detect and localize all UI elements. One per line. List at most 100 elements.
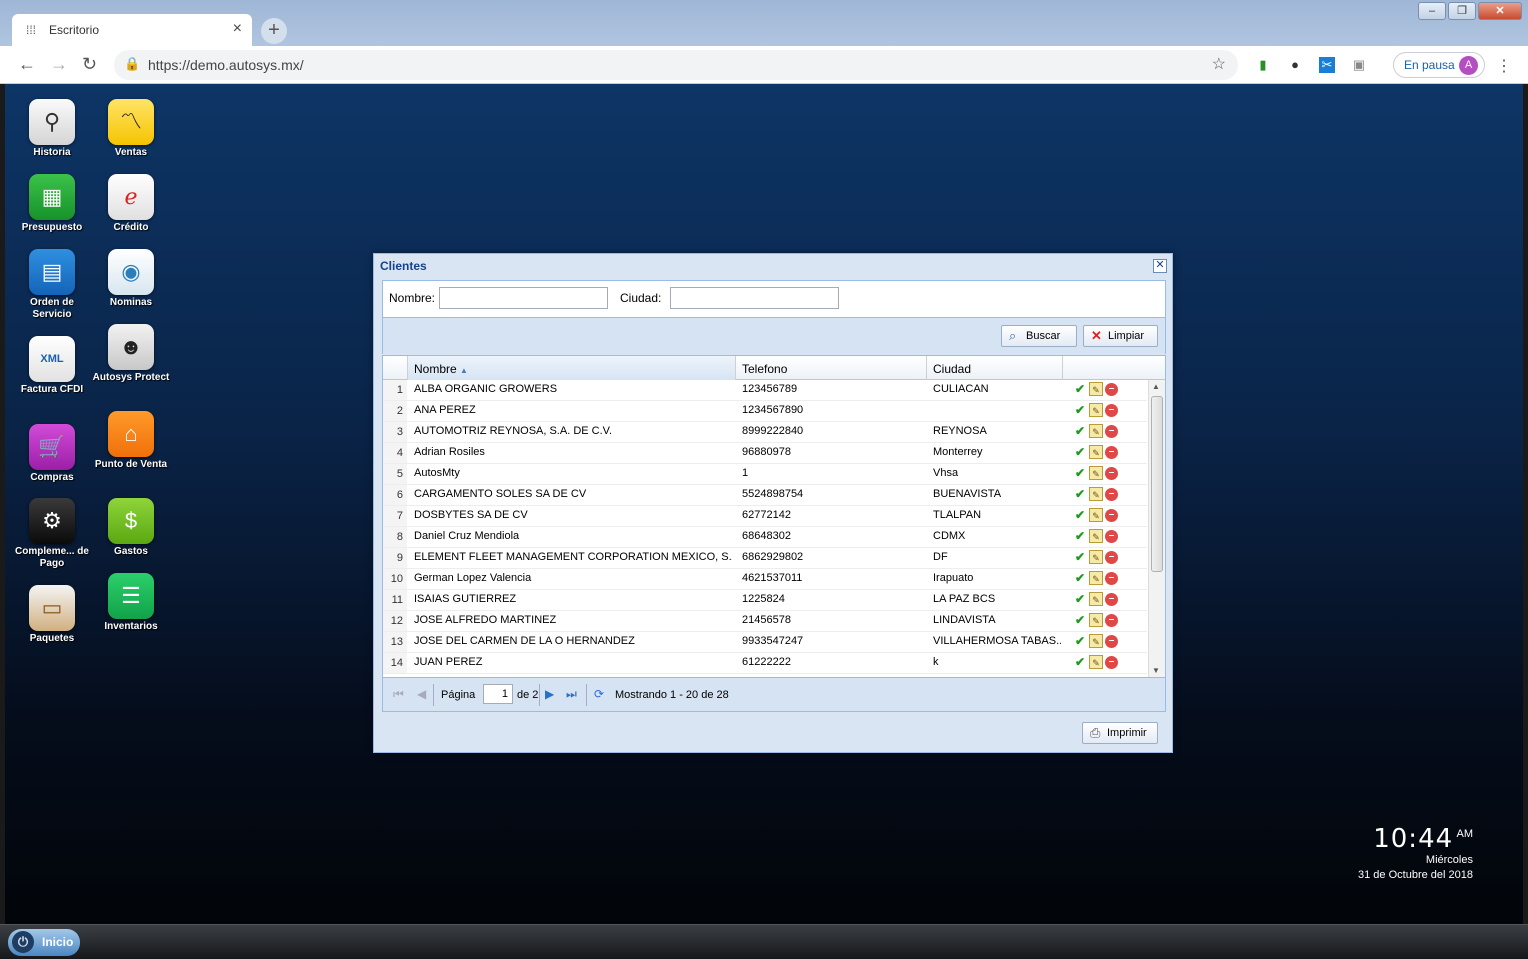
last-page-icon[interactable]: ⏭: [566, 687, 577, 702]
desktop-icon-nominas[interactable]: ◉ Nominas: [92, 249, 170, 309]
scroll-thumb[interactable]: [1151, 396, 1163, 572]
desktop-icon-gastos[interactable]: $ Gastos: [92, 498, 170, 558]
select-check-icon[interactable]: ✔: [1073, 424, 1087, 438]
select-check-icon[interactable]: ✔: [1073, 655, 1087, 669]
back-icon[interactable]: ←: [18, 54, 36, 75]
delete-icon[interactable]: –: [1105, 572, 1118, 585]
desktop-icon-presupuesto[interactable]: ▦ Presupuesto: [13, 174, 91, 234]
window-close-button[interactable]: ✕: [1478, 2, 1522, 20]
desktop-icon-compras[interactable]: 🛒 Compras: [13, 424, 91, 484]
edit-icon[interactable]: ✎: [1089, 655, 1103, 669]
select-check-icon[interactable]: ✔: [1073, 487, 1087, 501]
extension-scissors-icon[interactable]: ✂: [1319, 57, 1335, 73]
delete-icon[interactable]: –: [1105, 635, 1118, 648]
start-button[interactable]: ⏻ Inicio: [8, 929, 80, 956]
edit-icon[interactable]: ✎: [1089, 571, 1103, 585]
table-row[interactable]: 2 ANA PEREZ 1234567890 ✔ ✎ –: [383, 401, 1147, 422]
edit-icon[interactable]: ✎: [1089, 466, 1103, 480]
edit-icon[interactable]: ✎: [1089, 592, 1103, 606]
address-bar[interactable]: 🔒 https://demo.autosys.mx/ ☆: [114, 50, 1238, 80]
edit-icon[interactable]: ✎: [1089, 382, 1103, 396]
column-header-ciudad[interactable]: Ciudad: [927, 356, 1063, 380]
column-header-nombre[interactable]: Nombre ▲: [408, 356, 736, 380]
table-row[interactable]: 3 AUTOMOTRIZ REYNOSA, S.A. DE C.V. 8999222…: [383, 422, 1147, 443]
prev-page-icon[interactable]: ◀: [417, 687, 426, 701]
select-check-icon[interactable]: ✔: [1073, 529, 1087, 543]
refresh-icon[interactable]: ⟳: [594, 687, 604, 701]
dialog-close-button[interactable]: ✕: [1153, 259, 1167, 273]
table-row[interactable]: 6 CARGAMENTO SOLES SA DE CV 5524898754 BUEN…: [383, 485, 1147, 506]
delete-icon[interactable]: –: [1105, 551, 1118, 564]
delete-icon[interactable]: –: [1105, 446, 1118, 459]
edit-icon[interactable]: ✎: [1089, 403, 1103, 417]
bookmark-star-icon[interactable]: ☆: [1212, 54, 1226, 74]
table-row[interactable]: 8 Daniel Cruz Mendiola 68648302 CDMX ✔ ✎ –: [383, 527, 1147, 548]
select-check-icon[interactable]: ✔: [1073, 508, 1087, 522]
select-check-icon[interactable]: ✔: [1073, 382, 1087, 396]
delete-icon[interactable]: –: [1105, 488, 1118, 501]
table-row[interactable]: 7 DOSBYTES SA DE CV 62772142 TLALPAN ✔ ✎ –: [383, 506, 1147, 527]
delete-icon[interactable]: –: [1105, 593, 1118, 606]
first-page-icon[interactable]: ⏮: [393, 687, 404, 702]
table-row[interactable]: 5 AutosMty 1 Vhsa ✔ ✎ –: [383, 464, 1147, 485]
edit-icon[interactable]: ✎: [1089, 529, 1103, 543]
desktop-icon-ventas[interactable]: 〽 Ventas: [92, 99, 170, 159]
desktop-icon-inventarios[interactable]: ☰ Inventarios: [92, 573, 170, 633]
select-check-icon[interactable]: ✔: [1073, 613, 1087, 627]
menu-kebab-icon[interactable]: ⋮: [1496, 56, 1512, 76]
desktop-icon-autosys-protect[interactable]: ☻ Autosys Protect: [92, 324, 170, 384]
select-check-icon[interactable]: ✔: [1073, 466, 1087, 480]
edit-icon[interactable]: ✎: [1089, 508, 1103, 522]
select-check-icon[interactable]: ✔: [1073, 592, 1087, 606]
column-header-telefono[interactable]: Telefono: [736, 356, 927, 380]
desktop-icon-paquetes[interactable]: ▭ Paquetes: [13, 585, 91, 645]
grid-scrollbar[interactable]: ▲ ▼: [1148, 380, 1165, 677]
nombre-input[interactable]: [439, 287, 608, 309]
desktop-icon-complemento-pago[interactable]: ⚙ Compleme... de Pago: [13, 498, 91, 570]
edit-icon[interactable]: ✎: [1089, 613, 1103, 627]
extension-chart-icon[interactable]: ▮: [1255, 57, 1271, 73]
url-text[interactable]: https://demo.autosys.mx/: [148, 57, 304, 73]
minimize-button[interactable]: –: [1418, 2, 1446, 20]
delete-icon[interactable]: –: [1105, 530, 1118, 543]
delete-icon[interactable]: –: [1105, 614, 1118, 627]
imprimir-button[interactable]: ⎙ Imprimir: [1082, 722, 1158, 744]
table-row[interactable]: 1 ALBA ORGANIC GROWERS 123456789 CULIACAN ✔ ✎…: [383, 380, 1147, 401]
page-number-input[interactable]: [483, 684, 513, 704]
extension-profile-icon[interactable]: ▣: [1351, 57, 1367, 73]
profile-button[interactable]: En pausa A: [1393, 52, 1485, 78]
lock-icon[interactable]: 🔒: [124, 56, 140, 72]
reload-icon[interactable]: ↻: [82, 54, 97, 75]
next-page-icon[interactable]: ▶: [545, 687, 554, 701]
limpiar-button[interactable]: ✕ Limpiar: [1083, 325, 1158, 347]
delete-icon[interactable]: –: [1105, 404, 1118, 417]
desktop-icon-historia[interactable]: ⚲ Historia: [13, 99, 91, 159]
edit-icon[interactable]: ✎: [1089, 445, 1103, 459]
delete-icon[interactable]: –: [1105, 656, 1118, 669]
table-row[interactable]: 4 Adrian Rosiles 96880978 Monterrey ✔ ✎ –: [383, 443, 1147, 464]
delete-icon[interactable]: –: [1105, 383, 1118, 396]
select-check-icon[interactable]: ✔: [1073, 403, 1087, 417]
table-row[interactable]: 11 ISAIAS GUTIERREZ 1225824 LA PAZ BCS ✔ ✎ –: [383, 590, 1147, 611]
scroll-down-icon[interactable]: ▼: [1152, 666, 1160, 675]
select-check-icon[interactable]: ✔: [1073, 634, 1087, 648]
select-check-icon[interactable]: ✔: [1073, 571, 1087, 585]
table-row[interactable]: 9 ELEMENT FLEET MANAGEMENT CORPORATION ME…: [383, 548, 1147, 569]
edit-icon[interactable]: ✎: [1089, 634, 1103, 648]
delete-icon[interactable]: –: [1105, 509, 1118, 522]
forward-icon[interactable]: →: [50, 54, 68, 75]
delete-icon[interactable]: –: [1105, 467, 1118, 480]
browser-tab[interactable]: ⁞⁞⁞ Escritorio ×: [12, 14, 252, 46]
maximize-button[interactable]: ❐: [1448, 2, 1476, 20]
select-check-icon[interactable]: ✔: [1073, 445, 1087, 459]
ciudad-input[interactable]: [670, 287, 839, 309]
delete-icon[interactable]: –: [1105, 425, 1118, 438]
table-row[interactable]: 13 JOSE DEL CARMEN DE LA O HERNANDEZ 99335…: [383, 632, 1147, 653]
edit-icon[interactable]: ✎: [1089, 487, 1103, 501]
table-row[interactable]: 14 JUAN PEREZ 61222222 k ✔ ✎ –: [383, 653, 1147, 674]
table-row[interactable]: 12 JOSE ALFREDO MARTINEZ 21456578 LINDAVIST…: [383, 611, 1147, 632]
desktop-icon-orden-servicio[interactable]: ▤ Orden de Servicio: [13, 249, 91, 321]
table-row[interactable]: 10 German Lopez Valencia 4621537011 Irapuat…: [383, 569, 1147, 590]
edit-icon[interactable]: ✎: [1089, 424, 1103, 438]
desktop-icon-punto-venta[interactable]: ⌂ Punto de Venta: [92, 411, 170, 471]
